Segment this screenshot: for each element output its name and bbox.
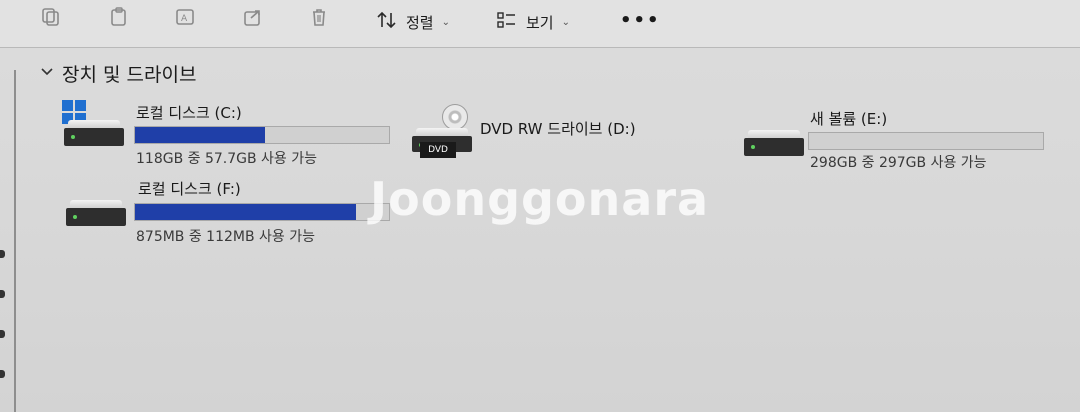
view-icon <box>496 10 518 34</box>
devices-and-drives-header[interactable]: 장치 및 드라이브 <box>40 60 196 87</box>
drive-usage-bar <box>808 132 1044 150</box>
sort-icon <box>376 10 398 34</box>
drive-name: DVD RW 드라이브 (D:) <box>480 120 636 138</box>
dvd-badge: DVD <box>420 142 456 158</box>
drive-free-space: 298GB 중 297GB 사용 가능 <box>810 155 987 171</box>
hard-drive-icon <box>744 130 804 156</box>
more-options-button[interactable]: ••• <box>620 10 661 31</box>
hard-drive-icon <box>66 200 126 226</box>
sort-label: 정렬 <box>406 13 434 32</box>
drive-usage-bar <box>134 203 390 221</box>
disc-icon <box>442 104 468 130</box>
svg-text:A: A <box>181 14 188 24</box>
paste-icon[interactable] <box>106 4 132 30</box>
drive-name: 로컬 디스크 (C:) <box>136 104 242 122</box>
view-label: 보기 <box>526 13 554 32</box>
drive-usage-fill <box>135 204 356 220</box>
view-button[interactable]: 보기 ⌄ <box>496 8 570 36</box>
drive-name: 로컬 디스크 (F:) <box>138 180 241 198</box>
share-icon[interactable] <box>240 4 266 30</box>
copy-icon[interactable] <box>38 4 64 30</box>
navigation-pane-edge <box>0 250 6 410</box>
command-bar: A 정렬 ⌄ 보기 ⌄ ••• <box>0 0 1080 48</box>
rename-icon[interactable]: A <box>172 4 198 30</box>
dvd-drive-icon: DVD <box>410 104 472 158</box>
drive-d-dvd[interactable]: DVD DVD RW 드라이브 (D:) <box>410 104 670 170</box>
drive-name: 새 볼륨 (E:) <box>810 110 888 128</box>
delete-icon[interactable] <box>306 4 332 30</box>
watermark-text: Joonggonara <box>370 172 710 226</box>
drive-usage-fill <box>135 127 265 143</box>
chevron-down-icon <box>40 66 54 81</box>
hard-drive-icon <box>64 120 124 146</box>
sort-button[interactable]: 정렬 ⌄ <box>376 8 450 36</box>
group-title: 장치 및 드라이브 <box>62 64 197 86</box>
drive-c[interactable]: 로컬 디스크 (C:) 118GB 중 57.7GB 사용 가능 <box>60 96 400 168</box>
chevron-down-icon: ⌄ <box>561 16 570 28</box>
drive-free-space: 118GB 중 57.7GB 사용 가능 <box>136 151 318 167</box>
chevron-down-icon: ⌄ <box>441 16 450 28</box>
drive-f[interactable]: 로컬 디스크 (F:) 875MB 중 112MB 사용 가능 <box>62 176 402 246</box>
drive-usage-bar <box>134 126 390 144</box>
drive-free-space: 875MB 중 112MB 사용 가능 <box>136 229 316 245</box>
drive-e[interactable]: 새 볼륨 (E:) 298GB 중 297GB 사용 가능 <box>744 104 1054 171</box>
navigation-pane-divider[interactable] <box>14 70 22 412</box>
